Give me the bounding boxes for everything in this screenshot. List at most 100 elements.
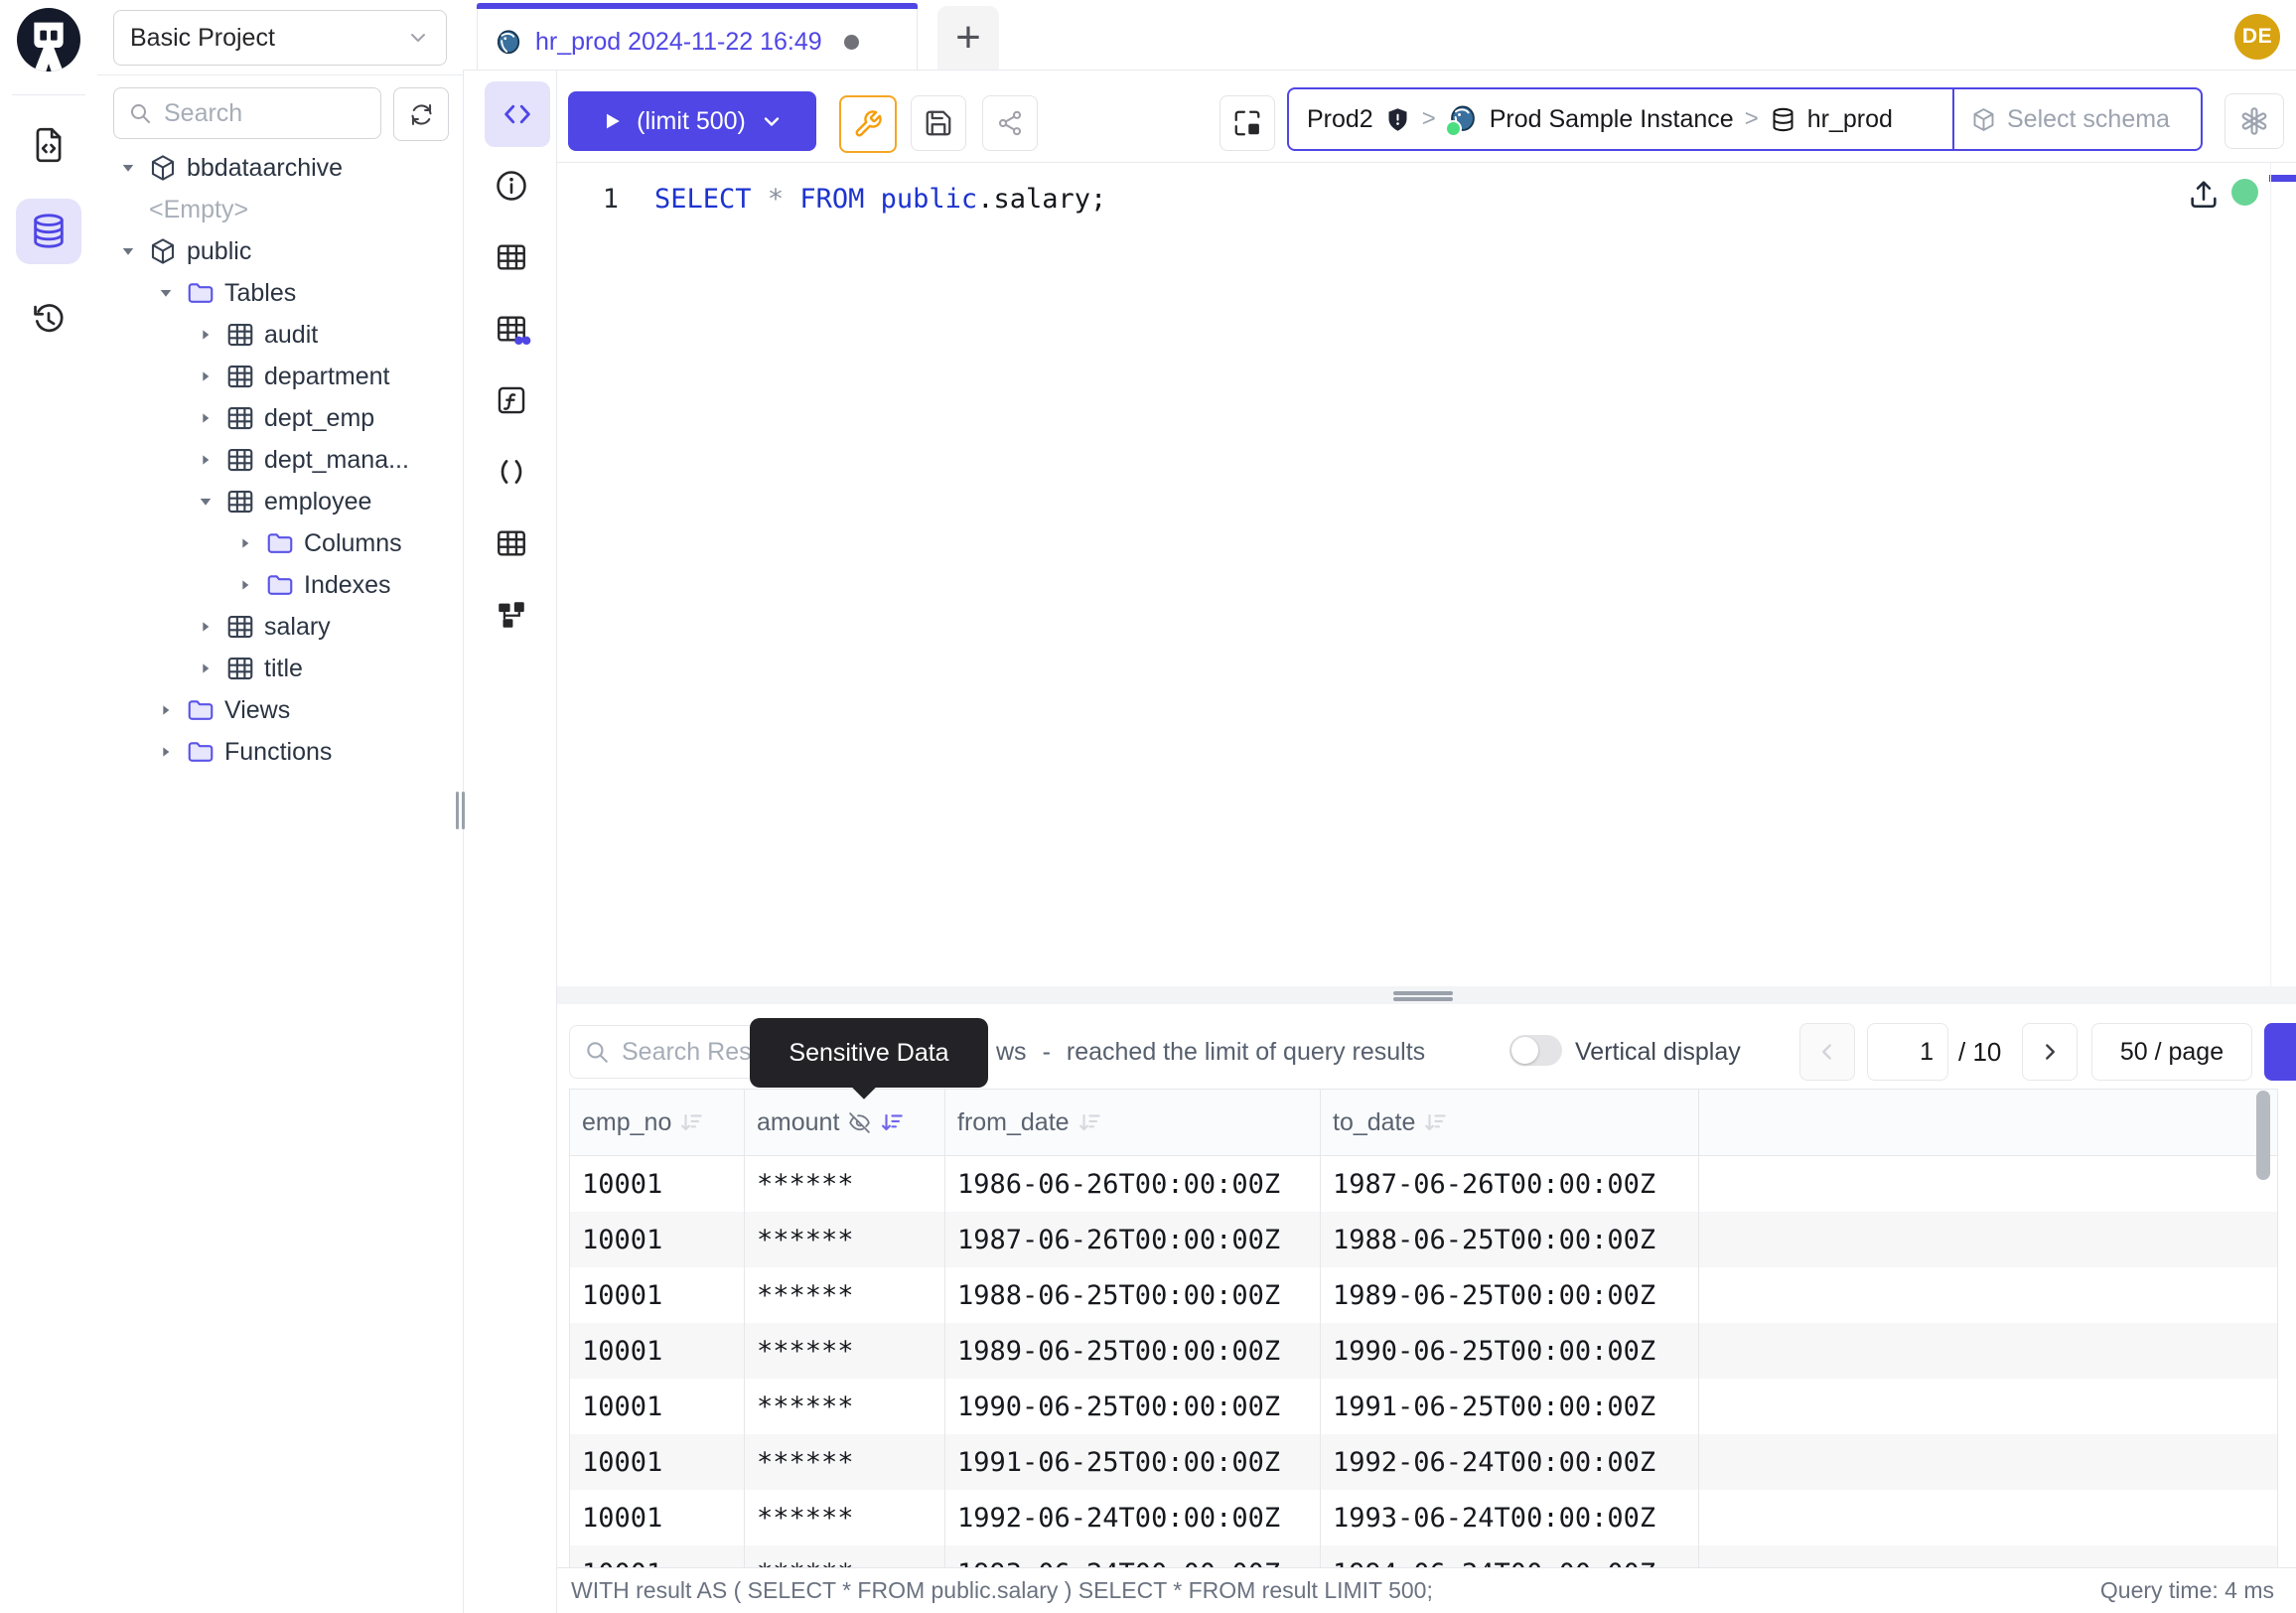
schema-search[interactable]	[113, 87, 381, 139]
tree-item-department[interactable]: department	[97, 356, 463, 397]
functions-panel-button[interactable]	[493, 381, 530, 419]
chevron-right-icon[interactable]	[195, 449, 216, 471]
chevron-right-icon[interactable]	[234, 574, 256, 596]
editor-panel-toggle[interactable]	[485, 81, 550, 147]
chevron-right-icon[interactable]	[155, 741, 177, 763]
schema-selector[interactable]: Select schema	[1952, 89, 2201, 149]
chevron-down-icon[interactable]	[117, 157, 139, 179]
cell-masked[interactable]: ******	[745, 1434, 945, 1490]
search-input[interactable]	[162, 98, 366, 129]
external-tables-panel-button[interactable]	[493, 310, 530, 348]
batch-query-button[interactable]	[1220, 95, 1275, 151]
refresh-button[interactable]	[393, 87, 449, 141]
sort-icon[interactable]	[1077, 1109, 1103, 1135]
page-size-select[interactable]: 50 / page	[2091, 1023, 2252, 1081]
column-header-amount[interactable]: amount	[745, 1090, 945, 1155]
splitter-grip[interactable]	[1393, 997, 1453, 1001]
procedures-panel-button[interactable]	[493, 453, 530, 491]
cell[interactable]: 1990-06-25T00:00:00Z	[945, 1379, 1321, 1434]
ai-assistant-button[interactable]	[2224, 93, 2284, 149]
eye-off-icon[interactable]	[847, 1110, 872, 1135]
chevron-down-icon[interactable]	[760, 109, 784, 133]
share-button[interactable]	[982, 95, 1038, 151]
tree-item-employee[interactable]: employee	[97, 481, 463, 522]
page-number-box[interactable]	[1867, 1023, 1948, 1081]
prev-page-button[interactable]	[1799, 1023, 1855, 1081]
database-nav-button[interactable]	[16, 199, 81, 264]
cell[interactable]: 1990-06-25T00:00:00Z	[1321, 1323, 1699, 1379]
cell[interactable]: 1988-06-25T00:00:00Z	[945, 1267, 1321, 1323]
chevron-right-icon[interactable]	[195, 407, 216, 429]
chevron-right-icon[interactable]	[195, 658, 216, 679]
cell-masked[interactable]: ******	[745, 1545, 945, 1567]
views-panel-button[interactable]	[493, 524, 530, 562]
cell[interactable]: 1992-06-24T00:00:00Z	[1321, 1434, 1699, 1490]
vertical-display-toggle[interactable]	[1509, 1035, 1562, 1066]
cell[interactable]: 1987-06-26T00:00:00Z	[945, 1212, 1321, 1267]
cell[interactable]: 1988-06-25T00:00:00Z	[1321, 1212, 1699, 1267]
tree-item-dept-manager[interactable]: dept_mana...	[97, 439, 463, 481]
panel-splitter[interactable]	[557, 986, 2296, 1004]
format-sql-button[interactable]	[839, 95, 897, 153]
sort-icon[interactable]	[1423, 1109, 1449, 1135]
tables-panel-button[interactable]	[493, 238, 530, 276]
sort-icon[interactable]	[679, 1109, 705, 1135]
cell-masked[interactable]: ******	[745, 1490, 945, 1545]
cell-masked[interactable]: ******	[745, 1267, 945, 1323]
cell[interactable]: 10001	[570, 1379, 745, 1434]
chevron-down-icon[interactable]	[155, 282, 177, 304]
tree-item-audit[interactable]: audit	[97, 314, 463, 356]
cell[interactable]: 1989-06-25T00:00:00Z	[1321, 1267, 1699, 1323]
cell[interactable]: 10001	[570, 1212, 745, 1267]
history-nav-button[interactable]	[16, 286, 81, 352]
cell[interactable]: 1991-06-25T00:00:00Z	[945, 1434, 1321, 1490]
tree-item-bbdataarchive[interactable]: bbdataarchive	[97, 147, 463, 189]
schema-diagram-button[interactable]	[493, 596, 530, 634]
tree-item-title[interactable]: title	[97, 648, 463, 689]
cell[interactable]: 1989-06-25T00:00:00Z	[945, 1323, 1321, 1379]
cell[interactable]: 1991-06-25T00:00:00Z	[1321, 1379, 1699, 1434]
cell[interactable]: 10001	[570, 1267, 745, 1323]
next-page-button[interactable]	[2022, 1023, 2078, 1081]
chevron-right-icon[interactable]	[195, 324, 216, 346]
column-header-emp-no[interactable]: emp_no	[570, 1090, 745, 1155]
cell[interactable]: 1992-06-24T00:00:00Z	[945, 1490, 1321, 1545]
tab-hr-prod[interactable]: hr_prod 2024-11-22 16:49	[477, 3, 918, 70]
sort-icon[interactable]	[880, 1109, 906, 1135]
page-number-input[interactable]	[1868, 1024, 1947, 1080]
cell[interactable]: 1993-06-24T00:00:00Z	[945, 1545, 1321, 1567]
cell[interactable]: 10001	[570, 1434, 745, 1490]
tree-item-indexes[interactable]: Indexes	[97, 564, 463, 606]
chevron-down-icon[interactable]	[117, 240, 139, 262]
tree-item-tables[interactable]: Tables	[97, 272, 463, 314]
sql-editor[interactable]: 1 SELECT * FROM public.salary;	[571, 179, 1106, 220]
cell[interactable]: 1993-06-24T00:00:00Z	[1321, 1490, 1699, 1545]
avatar[interactable]: DE	[2234, 14, 2280, 60]
chevron-right-icon[interactable]	[234, 532, 256, 554]
export-button[interactable]	[2264, 1023, 2296, 1081]
tree-item-columns[interactable]: Columns	[97, 522, 463, 564]
tree-item-public[interactable]: public	[97, 230, 463, 272]
chevron-right-icon[interactable]	[195, 616, 216, 638]
cell-masked[interactable]: ******	[745, 1323, 945, 1379]
tree-item-dept-emp[interactable]: dept_emp	[97, 397, 463, 439]
results-scrollbar-thumb[interactable]	[2256, 1091, 2270, 1180]
sidebar-resize-handle[interactable]	[456, 792, 465, 829]
cell-masked[interactable]: ******	[745, 1156, 945, 1212]
cell[interactable]: 10001	[570, 1545, 745, 1567]
connection-breadcrumb[interactable]: Prod2 > Prod Sample Instance > hr_prod S…	[1287, 87, 2203, 151]
tree-item-views[interactable]: Views	[97, 689, 463, 731]
chevron-right-icon[interactable]	[155, 699, 177, 721]
save-button[interactable]	[911, 95, 966, 151]
tree-item-functions[interactable]: Functions	[97, 731, 463, 773]
upload-sheet-button[interactable]	[2187, 177, 2221, 211]
cell[interactable]: 10001	[570, 1323, 745, 1379]
info-panel-button[interactable]	[493, 167, 530, 205]
cell[interactable]: 10001	[570, 1156, 745, 1212]
cell-masked[interactable]: ******	[745, 1212, 945, 1267]
cell[interactable]: 1987-06-26T00:00:00Z	[1321, 1156, 1699, 1212]
worksheet-nav-button[interactable]	[16, 112, 81, 178]
cell[interactable]: 1994-06-24T00:00:00Z	[1321, 1545, 1699, 1567]
column-header-to-date[interactable]: to_date	[1321, 1090, 1699, 1155]
chevron-right-icon[interactable]	[195, 366, 216, 387]
